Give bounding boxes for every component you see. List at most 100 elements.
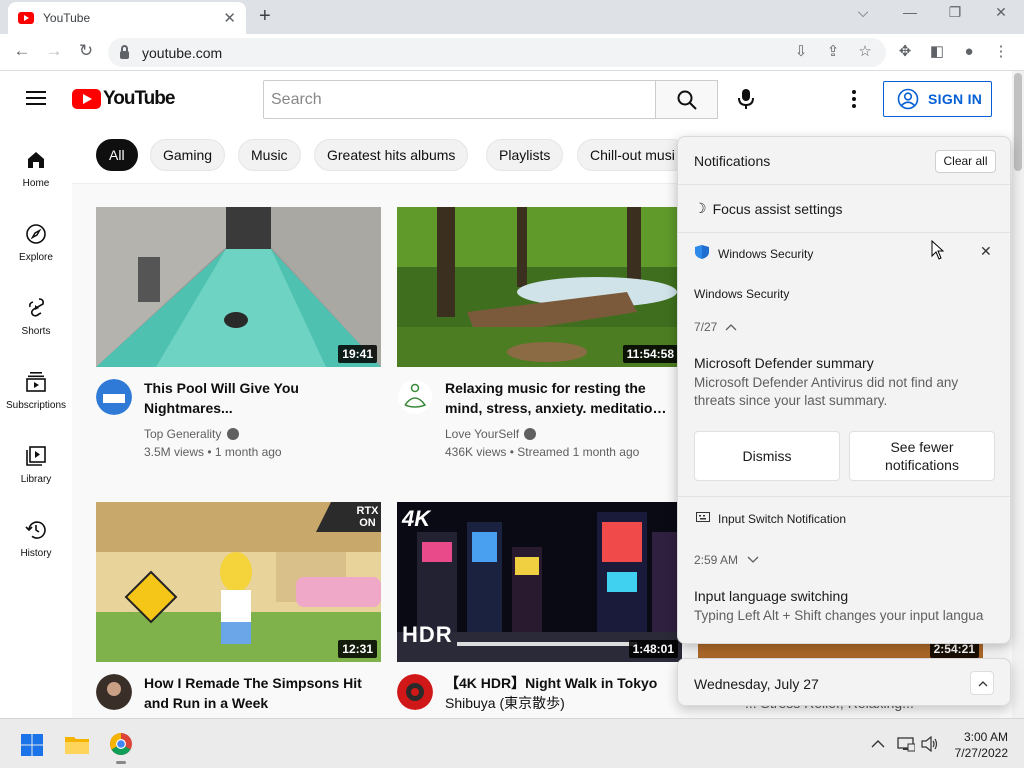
taskbar-clock[interactable]: 3:00 AM 7/27/2022 — [950, 729, 1008, 761]
chip-greatest-hits[interactable]: Greatest hits albums — [314, 139, 469, 171]
channel-name[interactable]: Top Generality — [144, 427, 239, 441]
video-thumbnail[interactable]: 11:54:58 — [397, 207, 682, 367]
profile-icon[interactable]: ● — [960, 43, 978, 61]
search-icon — [677, 90, 697, 110]
verified-icon — [226, 428, 239, 440]
scrollbar-thumb[interactable] — [1014, 73, 1022, 171]
settings-more-icon[interactable] — [851, 89, 857, 109]
side-panel-icon[interactable]: ◧ — [928, 43, 946, 61]
channel-avatar[interactable] — [96, 379, 132, 415]
channel-avatar[interactable] — [397, 379, 433, 415]
video-title[interactable]: Relaxing music for resting the — [445, 378, 670, 398]
hdr-badge: HDR — [402, 622, 453, 647]
notification-body: Microsoft Defender Antivirus did not fin… — [694, 375, 959, 408]
extensions-icon[interactable]: ✥ — [896, 43, 914, 61]
sidebar-item-library[interactable]: Library — [0, 444, 72, 485]
video-title[interactable]: mind, stress, anxiety. meditation... — [445, 398, 670, 418]
forward-button[interactable]: → — [44, 41, 64, 61]
voice-search-icon[interactable] — [736, 88, 756, 110]
restore-button[interactable]: ❐ — [940, 4, 970, 21]
see-fewer-notifications-button[interactable]: See fewer notifications — [849, 431, 995, 481]
show-hidden-icons-chevron-icon[interactable] — [871, 739, 885, 749]
pool-thumbnail-image — [96, 207, 381, 367]
bookmark-star-icon[interactable]: ☆ — [856, 43, 874, 61]
moon-icon: ☽ — [694, 200, 707, 216]
chip-music[interactable]: Music — [238, 139, 301, 171]
video-title[interactable]: and Run in a Week — [144, 693, 369, 713]
video-thumbnail[interactable]: 4K HDR 1:48:01 — [397, 502, 682, 662]
channel-avatar[interactable] — [96, 674, 132, 710]
notifications-heading: Notifications — [694, 153, 771, 169]
channel-name-text: Love YourSelf — [445, 427, 520, 441]
chip-gaming[interactable]: Gaming — [150, 139, 226, 171]
youtube-logo[interactable]: YouTube — [72, 88, 175, 110]
video-thumbnail[interactable]: RTX ON 12:31 — [96, 502, 381, 662]
youtube-play-icon — [72, 89, 101, 109]
channel-name-text: Top Generality — [144, 427, 222, 441]
chip-all[interactable]: All — [96, 139, 138, 171]
video-thumbnail[interactable]: 19:41 — [96, 207, 381, 367]
focus-assist-settings-link[interactable]: ☽ Focus assist settings — [694, 200, 843, 217]
notification-group-name: Windows Security — [694, 287, 790, 301]
compass-icon — [26, 224, 46, 244]
channel-name[interactable]: Love YourSelf — [445, 427, 537, 441]
chrome-taskbar-icon[interactable] — [110, 733, 132, 755]
reload-button[interactable]: ↻ — [76, 41, 96, 61]
channel-avatar[interactable] — [397, 674, 433, 710]
browser-toolbar: ← → ↻ youtube.com ⇩ ⇪ ☆ ✥ ◧ ● ⋮ — [0, 34, 1024, 71]
volume-icon[interactable] — [921, 736, 939, 752]
video-meta: 3.5M views • 1 month ago — [144, 445, 282, 459]
close-tab-icon[interactable]: ✕ — [223, 9, 236, 27]
clear-all-button[interactable]: Clear all — [935, 150, 996, 173]
account-icon — [897, 88, 919, 110]
expand-calendar-button[interactable] — [970, 671, 994, 695]
sidebar-item-explore[interactable]: Explore — [0, 222, 72, 263]
logo-text: YouTube — [103, 88, 175, 109]
install-app-icon[interactable]: ⇩ — [792, 43, 810, 61]
back-button[interactable]: ← — [12, 41, 32, 61]
video-duration: 19:41 — [338, 345, 377, 363]
lock-icon[interactable] — [120, 44, 129, 59]
tab-search-icon[interactable]: ⌵ — [848, 4, 878, 21]
shield-icon — [695, 245, 709, 259]
calendar-date-bar[interactable]: Wednesday, July 27 — [677, 658, 1011, 706]
video-title[interactable]: This Pool Will Give You — [144, 378, 369, 398]
share-icon[interactable]: ⇪ — [824, 43, 842, 61]
start-button-icon[interactable] — [21, 734, 43, 756]
youtube-header: YouTube Search SIGN IN — [0, 71, 1024, 127]
file-explorer-icon[interactable] — [65, 734, 89, 754]
hamburger-menu-icon[interactable] — [26, 90, 46, 106]
dismiss-button[interactable]: Dismiss — [694, 431, 840, 481]
notification-time-toggle[interactable]: 2:59 AM — [694, 553, 759, 567]
minimize-button[interactable]: — — [895, 4, 925, 20]
new-tab-button[interactable]: + — [259, 6, 271, 26]
chip-chill-out-music[interactable]: Chill-out musi — [577, 139, 688, 171]
youtube-sidebar: Home Explore Shorts Subscriptions Librar… — [0, 127, 72, 718]
chip-playlists[interactable]: Playlists — [486, 139, 564, 171]
video-duration: 1:48:01 — [628, 640, 678, 658]
search-input[interactable]: Search — [263, 80, 656, 119]
input-switch-notification[interactable]: Input Switch Notification 2:59 AM Input … — [678, 497, 1010, 643]
sidebar-item-shorts[interactable]: Shorts — [0, 296, 72, 337]
address-bar[interactable]: youtube.com — [108, 38, 886, 67]
video-title[interactable]: How I Remade The Simpsons Hit — [144, 673, 369, 693]
video-title[interactable]: 【4K HDR】Night Walk in Tokyo — [445, 673, 670, 693]
chevron-down-icon — [747, 556, 759, 563]
home-icon — [28, 152, 44, 168]
sidebar-item-subscriptions[interactable]: Subscriptions — [0, 370, 72, 411]
search-button[interactable] — [655, 80, 718, 119]
windows-taskbar: 3:00 AM 7/27/2022 — [0, 718, 1024, 768]
notification-date-toggle[interactable]: 7/27 — [694, 320, 737, 334]
browser-tab[interactable]: YouTube ✕ — [8, 2, 246, 34]
close-window-button[interactable]: ✕ — [986, 4, 1016, 21]
chrome-menu-icon[interactable]: ⋮ — [992, 43, 1010, 61]
video-title[interactable]: Shibuya (東京散歩) — [445, 693, 670, 713]
sign-in-button[interactable]: SIGN IN — [883, 81, 992, 117]
sidebar-item-history[interactable]: History — [0, 518, 72, 559]
close-notification-icon[interactable]: ✕ — [980, 243, 992, 260]
network-icon[interactable] — [897, 736, 915, 752]
page-scrollbar[interactable] — [1012, 71, 1024, 718]
video-title[interactable]: Nightmares... — [144, 398, 369, 418]
4k-badge: 4K — [402, 506, 431, 531]
sidebar-item-home[interactable]: Home — [0, 148, 72, 189]
